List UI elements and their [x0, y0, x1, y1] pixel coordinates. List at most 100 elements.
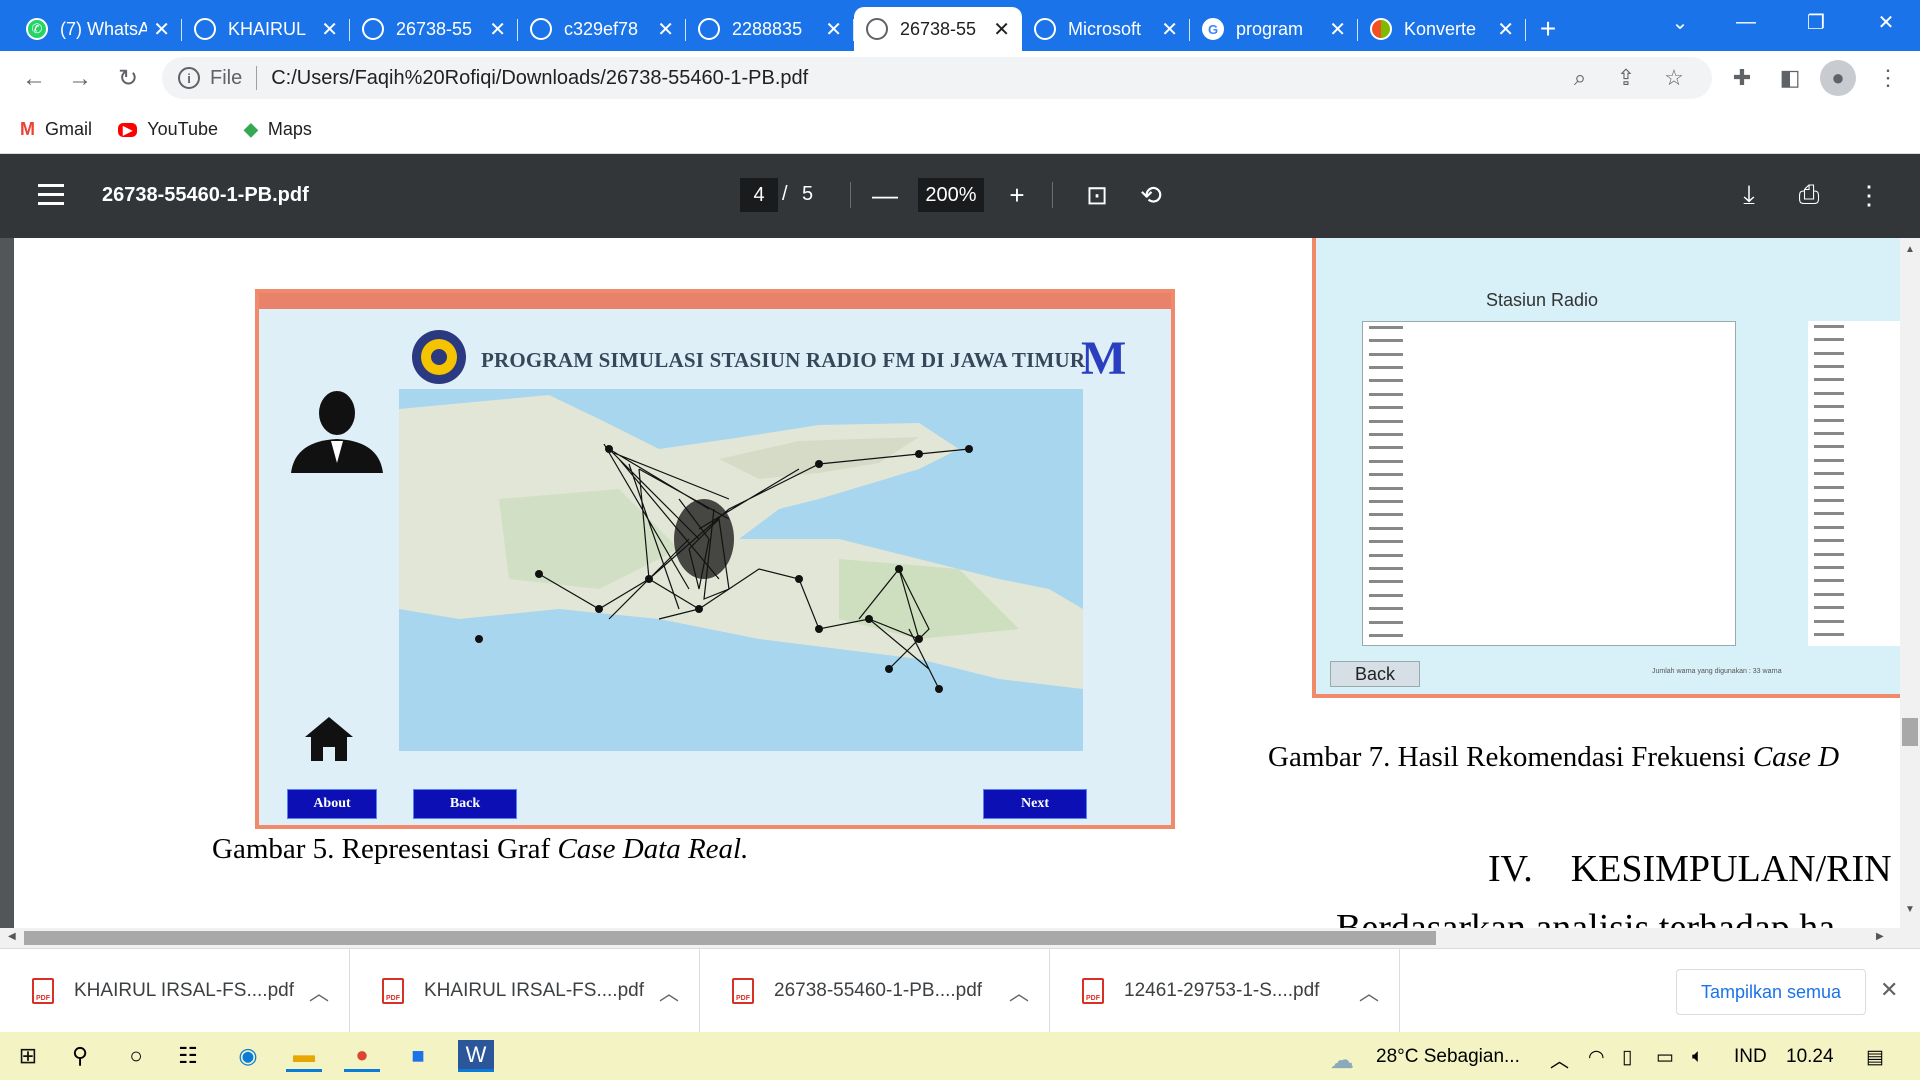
list-item[interactable]	[1363, 349, 1735, 362]
tab-4[interactable]: c329ef78 ✕	[518, 7, 686, 51]
rotate-icon[interactable]: ⟲	[1132, 176, 1170, 214]
list-item[interactable]	[1363, 335, 1735, 348]
weather-text[interactable]: 28°C Sebagian...	[1376, 1046, 1520, 1068]
tab-2[interactable]: KHAIRUL ✕	[182, 7, 350, 51]
list-item[interactable]	[1363, 483, 1735, 496]
close-icon[interactable]: ✕	[1880, 977, 1898, 1003]
tab-7[interactable]: Microsoft ✕	[1022, 7, 1190, 51]
list-item[interactable]	[1363, 443, 1735, 456]
notification-icon[interactable]: ▤	[1866, 1046, 1884, 1069]
chevron-up-icon[interactable]: ︿	[659, 977, 679, 1006]
list-item[interactable]	[1363, 416, 1735, 429]
list-item[interactable]	[1363, 362, 1735, 375]
close-tab-icon[interactable]: ✕	[993, 17, 1010, 42]
tab-1[interactable]: ✆ (7) WhatsApp✕	[14, 7, 182, 51]
close-tab-icon[interactable]: ✕	[657, 17, 674, 42]
close-tab-icon[interactable]: ✕	[1497, 17, 1514, 42]
print-icon[interactable]: ⎙	[1790, 176, 1828, 214]
windows-start-icon[interactable]: ⊞	[10, 1040, 46, 1072]
list-item[interactable]	[1363, 550, 1735, 563]
close-tab-icon[interactable]: ✕	[1161, 17, 1178, 42]
scroll-left-icon[interactable]: ◀	[8, 931, 16, 942]
chevron-up-icon[interactable]: ︿	[1550, 1046, 1569, 1073]
word-icon[interactable]: W	[458, 1040, 494, 1072]
chevron-up-icon[interactable]: ︿	[1359, 977, 1379, 1006]
list-item[interactable]	[1363, 389, 1735, 402]
new-tab-button[interactable]: +	[1526, 7, 1570, 51]
list-item[interactable]	[1363, 402, 1735, 415]
home-icon[interactable]	[301, 713, 357, 763]
restore-icon[interactable]: ❐	[1786, 0, 1846, 44]
fit-page-icon[interactable]: ⊡	[1078, 176, 1116, 214]
minimize-icon[interactable]: —	[1716, 0, 1776, 44]
side-panel-icon[interactable]: ◧	[1772, 60, 1808, 96]
url-text[interactable]: C:/Users/Faqih%20Rofiqi/Downloads/26738-…	[271, 67, 808, 90]
chrome-icon[interactable]: ●	[344, 1040, 380, 1072]
back-arrow-icon[interactable]: ←	[12, 57, 56, 101]
info-icon[interactable]: i	[178, 67, 200, 89]
download-item[interactable]: PDF 26738-55460-1-PB....pdf ︿	[700, 949, 1050, 1033]
list-item[interactable]	[1363, 603, 1735, 616]
list-item[interactable]	[1363, 536, 1735, 549]
cortana-icon[interactable]: ○	[118, 1040, 154, 1072]
weather-icon[interactable]: ☁	[1330, 1046, 1354, 1075]
close-window-icon[interactable]: ✕	[1856, 0, 1916, 44]
tab-5[interactable]: 2288835 ✕	[686, 7, 854, 51]
wifi-icon[interactable]: ◠	[1588, 1046, 1605, 1069]
tab-6[interactable]: 26738-55 ✕	[854, 7, 1022, 51]
page-number-input[interactable]: 4	[740, 178, 778, 212]
list-item[interactable]	[1363, 576, 1735, 589]
next-button[interactable]: Next	[983, 789, 1087, 819]
tab-9[interactable]: Konverte ✕	[1358, 7, 1526, 51]
chevron-up-icon[interactable]: ︿	[1009, 977, 1029, 1006]
battery-icon[interactable]: ▭	[1656, 1046, 1674, 1069]
bookmark-gmail[interactable]: M Gmail	[20, 119, 92, 140]
share-icon[interactable]: ⇪	[1608, 60, 1644, 96]
list-item[interactable]	[1363, 496, 1735, 509]
zoom-input[interactable]: 200%	[918, 178, 984, 212]
omnibox[interactable]: i File C:/Users/Faqih%20Rofiqi/Downloads…	[162, 57, 1712, 99]
usb-icon[interactable]: ▯	[1622, 1046, 1632, 1069]
reload-icon[interactable]: ↻	[106, 57, 150, 101]
list-item[interactable]	[1363, 509, 1735, 522]
search-icon[interactable]: ⚲	[62, 1040, 98, 1072]
edge-icon[interactable]: ◉	[230, 1040, 266, 1072]
task-view-icon[interactable]: ☷	[170, 1040, 206, 1072]
download-item[interactable]: PDF KHAIRUL IRSAL-FS....pdf ︿	[0, 949, 350, 1033]
list-item[interactable]	[1363, 617, 1735, 630]
list-item[interactable]	[1363, 456, 1735, 469]
download-item[interactable]: PDF 12461-29753-1-S....pdf ︿	[1050, 949, 1400, 1033]
scroll-down-icon[interactable]: ▼	[1905, 904, 1915, 915]
bookmark-maps[interactable]: ◆ Maps	[244, 119, 312, 140]
volume-icon[interactable]: 🔈︎	[1692, 1046, 1703, 1068]
list-item[interactable]	[1363, 590, 1735, 603]
store-icon[interactable]: ■	[400, 1040, 436, 1072]
pdf-viewer[interactable]: PROGRAM SIMULASI STASIUN RADIO FM DI JAW…	[0, 238, 1920, 928]
forward-arrow-icon[interactable]: →	[58, 57, 102, 101]
chevron-up-icon[interactable]: ︿	[309, 977, 329, 1006]
profile-avatar-icon[interactable]: ●	[1820, 60, 1856, 96]
download-item[interactable]: PDF KHAIRUL IRSAL-FS....pdf ︿	[350, 949, 700, 1033]
bookmark-star-icon[interactable]: ☆	[1656, 60, 1692, 96]
show-all-button[interactable]: Tampilkan semua	[1676, 969, 1866, 1015]
list-item[interactable]	[1363, 376, 1735, 389]
figure7-back-button[interactable]: Back	[1330, 661, 1420, 687]
file-explorer-icon[interactable]: ▬	[286, 1040, 322, 1072]
download-icon[interactable]: ⤓	[1730, 176, 1768, 214]
tab-search-icon[interactable]: ⌄	[1650, 0, 1710, 44]
hamburger-menu-icon[interactable]	[38, 184, 64, 206]
list-item[interactable]	[1363, 563, 1735, 576]
about-button[interactable]: About	[287, 789, 377, 819]
close-tab-icon[interactable]: ✕	[153, 17, 170, 42]
horizontal-scrollbar[interactable]: ◀ ▶	[0, 928, 1920, 948]
list-item[interactable]	[1363, 469, 1735, 482]
hscroll-thumb[interactable]	[24, 931, 1436, 945]
tab-3[interactable]: 26738-55 ✕	[350, 7, 518, 51]
scroll-right-icon[interactable]: ▶	[1876, 931, 1884, 942]
back-button[interactable]: Back	[413, 789, 517, 819]
zoom-out-icon[interactable]: —	[866, 176, 904, 214]
close-tab-icon[interactable]: ✕	[1329, 17, 1346, 42]
bookmark-youtube[interactable]: ▶ YouTube	[118, 119, 218, 140]
extensions-icon[interactable]: ✚	[1724, 60, 1760, 96]
zoom-in-icon[interactable]: +	[998, 176, 1036, 214]
